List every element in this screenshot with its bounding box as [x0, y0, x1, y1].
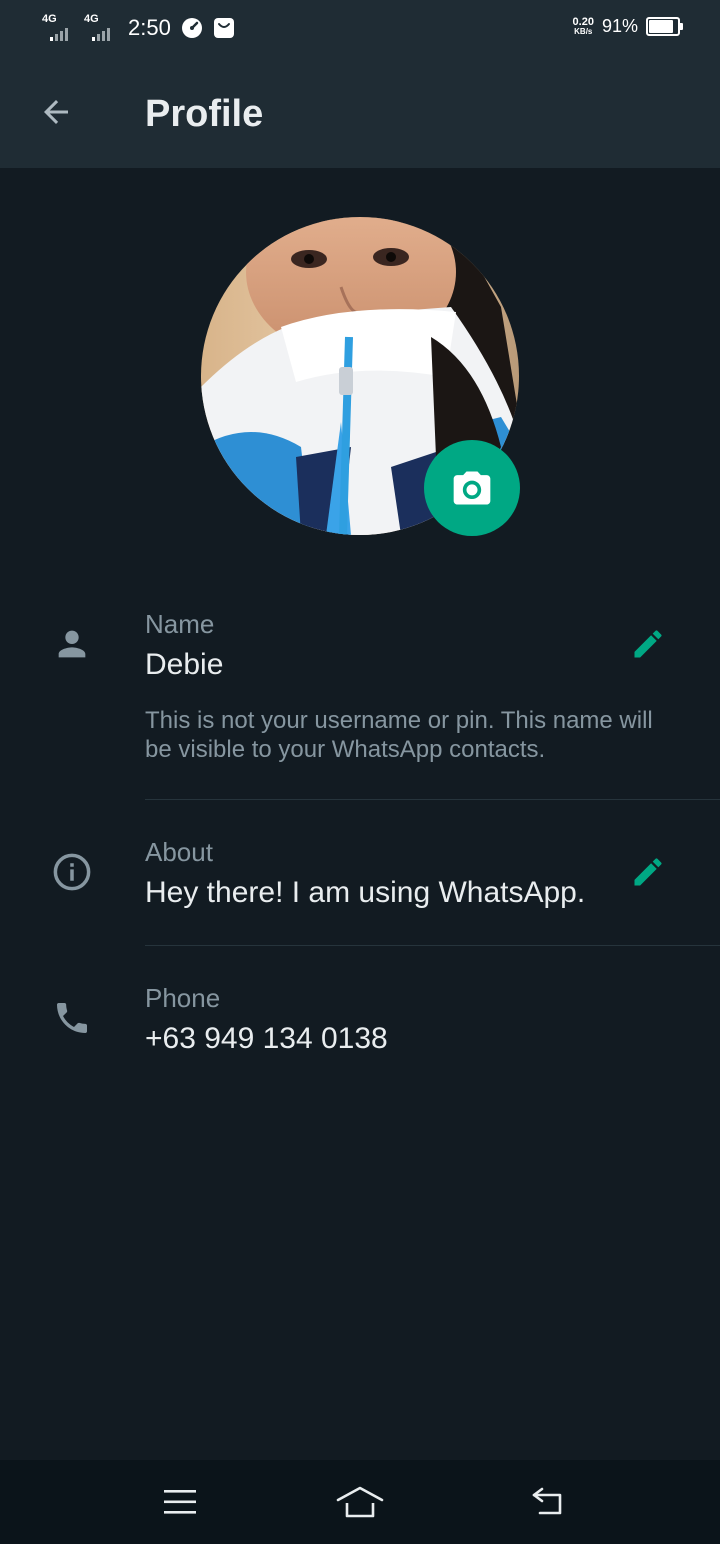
edit-name-button[interactable] [622, 618, 674, 670]
battery-icon [646, 17, 683, 36]
about-label: About [145, 837, 213, 867]
back-button[interactable] [28, 84, 84, 140]
change-photo-button[interactable] [424, 440, 520, 536]
person-icon [50, 622, 94, 666]
camera-icon [453, 471, 491, 505]
status-left: 4G 4G 2:50 [42, 14, 235, 42]
page-title: Profile [145, 93, 264, 135]
name-hint: This is not your username or pin. This n… [145, 707, 653, 763]
speed-value: 0.20 [572, 15, 594, 28]
battery-fill [649, 20, 673, 33]
sim1-network-type: 4G [42, 13, 57, 25]
name-value: Debie [145, 648, 224, 681]
edit-about-button[interactable] [622, 846, 674, 898]
sim1-signal-icon: 4G [42, 14, 74, 42]
bag-notification-icon [213, 18, 234, 38]
status-right: 0.20 KB/s 91% [572, 15, 683, 37]
name-label: Name [145, 609, 215, 639]
app-bar: Profile [0, 56, 720, 168]
pencil-icon [634, 858, 662, 886]
arrow-left-icon [44, 100, 68, 124]
network-speed: 0.20 KB/s [572, 15, 594, 37]
system-nav-bar [0, 1460, 720, 1544]
divider [145, 945, 720, 946]
menu-icon [164, 1490, 196, 1514]
phone-icon [50, 996, 94, 1040]
system-back-button[interactable] [518, 1476, 578, 1528]
home-icon [336, 1486, 384, 1518]
divider [145, 799, 720, 800]
about-value: Hey there! I am using WhatsApp. [145, 876, 586, 909]
pencil-icon [634, 630, 662, 658]
phone-label: Phone [145, 983, 221, 1013]
back-icon [532, 1487, 562, 1515]
home-button[interactable] [330, 1476, 390, 1528]
info-icon [50, 850, 94, 894]
status-time: 2:50 [128, 15, 171, 40]
speed-unit: KB/s [574, 26, 593, 36]
status-bar: 4G 4G 2:50 0.20 KB/s 91% [0, 0, 720, 56]
sim2-network-type: 4G [84, 13, 99, 25]
phone-value: +63 949 134 0138 [145, 1022, 388, 1055]
profile-screen: 4G 4G 2:50 0.20 KB/s 91% Profile Name De… [0, 0, 720, 1544]
menu-button[interactable] [150, 1476, 210, 1528]
name-row[interactable] [0, 600, 720, 798]
speedometer-icon [181, 18, 202, 38]
battery-percent: 91% [601, 16, 638, 36]
sim2-signal-icon: 4G [84, 14, 116, 42]
